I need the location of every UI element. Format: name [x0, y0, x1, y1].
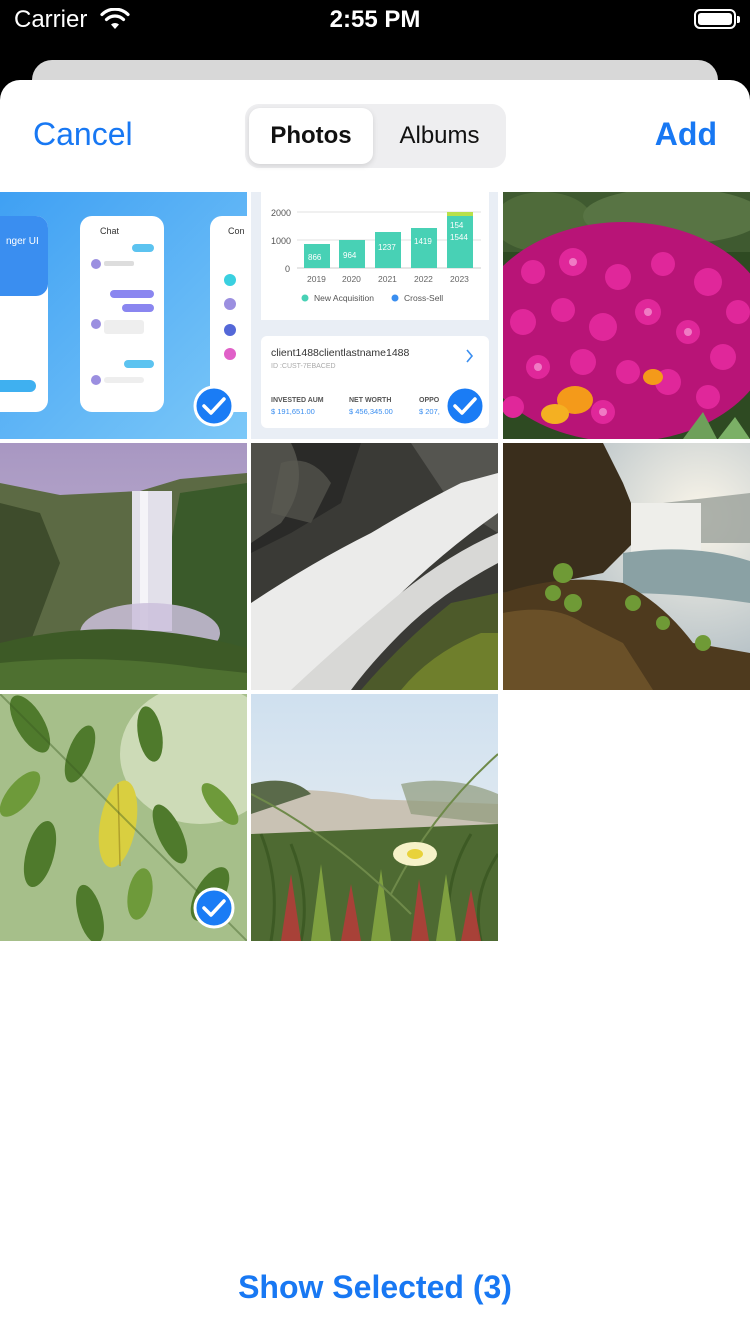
col-invested-aum: INVESTED AUM — [271, 397, 324, 404]
checkmark-icon — [444, 385, 486, 427]
mock-contacts-title: Con — [228, 226, 245, 236]
photo-picker-sheet: Cancel Photos Albums Add nger UI Chat Co… — [0, 80, 750, 1334]
add-button[interactable]: Add — [655, 116, 717, 153]
mock-ui-title: nger UI — [6, 236, 39, 247]
val-invested-aum: $ 191,651.00 — [271, 407, 315, 416]
legend-cross-sell: Cross-Sell — [404, 293, 443, 303]
chart-year-2023: 2023 — [450, 274, 469, 284]
photo-tile-waterfall-rocks[interactable] — [251, 443, 498, 690]
bar-value-2023: 1544 — [450, 233, 468, 242]
chart-year-2022: 2022 — [414, 274, 433, 284]
photo-tile-flowers[interactable] — [503, 192, 750, 439]
show-selected-button[interactable]: Show Selected (3) — [0, 1268, 750, 1307]
photo-tile-waterfall-sunlit[interactable] — [503, 443, 750, 690]
axis-tick-0: 0 — [285, 264, 290, 274]
val-net-worth: $ 456,345.00 — [349, 407, 393, 416]
chart-year-2020: 2020 — [342, 274, 361, 284]
axis-tick-2000: 2000 — [271, 208, 291, 218]
photo-tile-leaves[interactable] — [0, 694, 247, 941]
bar-value-2019: 866 — [308, 253, 322, 262]
legend-new-acquisition: New Acquisition — [314, 293, 374, 303]
bar-value-2021: 1237 — [378, 243, 396, 252]
bar-value-2020: 964 — [343, 251, 357, 260]
checkmark-icon — [193, 385, 235, 427]
segment-albums[interactable]: Albums — [377, 108, 502, 164]
photo-tile-messenger-ui[interactable]: nger UI Chat Con — [0, 192, 247, 439]
beach-flower-thumbnail — [251, 694, 498, 941]
waterfall-sunlit-thumbnail — [503, 443, 750, 690]
status-time: 2:55 PM — [329, 6, 421, 33]
client-id: ID :CUST-7EBACED — [271, 363, 336, 370]
client-name: client1488clientlastname1488 — [271, 347, 410, 359]
battery-icon — [694, 9, 740, 29]
segment-photos[interactable]: Photos — [249, 108, 373, 164]
waterfall-valley-thumbnail — [0, 443, 247, 690]
col-net-worth: NET WORTH — [349, 397, 391, 404]
photo-tile-dashboard[interactable]: 2000 1000 0 866 964 1237 1419 154 1544 2… — [251, 192, 498, 439]
checkmark-icon — [193, 887, 235, 929]
picker-nav-bar: Cancel Photos Albums Add — [0, 80, 750, 192]
bar-value-2022: 1419 — [414, 237, 432, 246]
photo-tile-beach-flower[interactable] — [251, 694, 498, 941]
bar-top-value: 154 — [450, 221, 464, 230]
status-bar: Carrier 2:55 PM — [0, 0, 750, 40]
source-segmented-control: Photos Albums — [245, 104, 506, 168]
chart-year-2021: 2021 — [378, 274, 397, 284]
cancel-button[interactable]: Cancel — [33, 116, 133, 153]
mock-chat-title: Chat — [100, 226, 120, 236]
waterfall-rocks-thumbnail — [251, 443, 498, 690]
flowers-thumbnail — [503, 192, 750, 439]
col-opportunity: OPPO — [419, 397, 440, 404]
axis-tick-1000: 1000 — [271, 236, 291, 246]
val-opportunity: $ 207, — [419, 407, 440, 416]
photo-tile-waterfall-valley[interactable] — [0, 443, 247, 690]
chart-year-2019: 2019 — [307, 274, 326, 284]
